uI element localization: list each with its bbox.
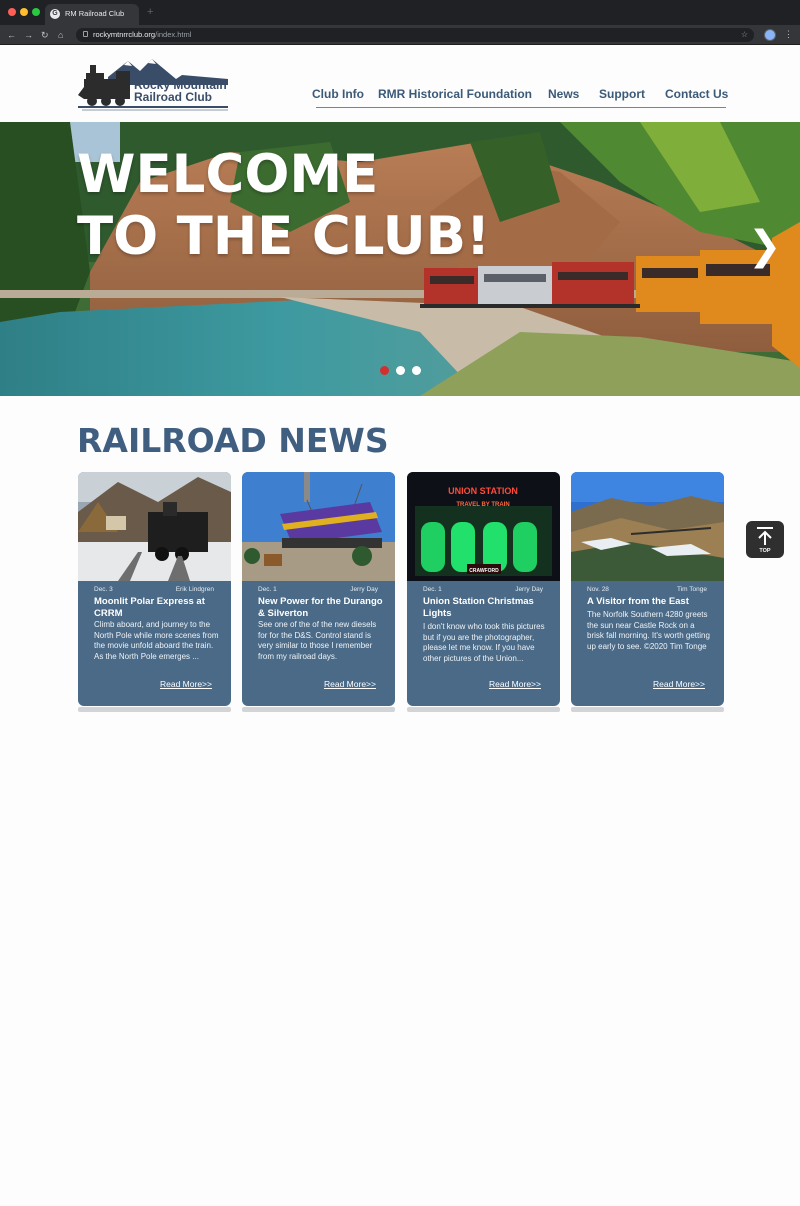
nav-item-news[interactable]: News xyxy=(548,87,579,101)
card-meta: Nov. 28 Tim Tonge xyxy=(587,586,707,596)
steam-locomotive-snow-photo xyxy=(78,472,231,581)
card-body: Climb aboard, and journey to the North P… xyxy=(94,620,219,661)
tab-title: RM Railroad Club xyxy=(65,9,125,18)
card-author: Jerry Day xyxy=(515,586,543,593)
card-author: Jerry Day xyxy=(350,586,378,593)
lock-icon xyxy=(83,31,88,37)
news-card[interactable]: Nov. 28 Tim Tonge A Visitor from the Eas… xyxy=(571,472,724,706)
home-icon[interactable]: ⌂ xyxy=(58,29,63,41)
card-meta: Dec. 3 Erik Lindgren xyxy=(94,586,214,596)
card-date: Dec. 3 xyxy=(94,586,113,593)
nav-item-contact-us[interactable]: Contact Us xyxy=(665,87,728,101)
carousel-dot[interactable] xyxy=(380,366,389,375)
card-meta: Dec. 1 Jerry Day xyxy=(258,586,378,596)
card-shadow xyxy=(78,707,231,712)
card-author: Erik Lindgren xyxy=(175,586,214,593)
nav-item-support[interactable]: Support xyxy=(599,87,645,101)
window-zoom-dot[interactable] xyxy=(32,8,40,16)
sign-travel-by-train: TRAVEL BY TRAIN xyxy=(456,502,509,508)
card-body: The Norfolk Southern 4280 greets the sun… xyxy=(587,610,710,651)
nav-item-club-info[interactable]: Club Info xyxy=(312,87,364,101)
back-arrow-icon[interactable]: ← xyxy=(7,29,16,41)
card-date: Nov. 28 xyxy=(587,586,609,593)
card-author: Tim Tonge xyxy=(677,586,707,593)
bookmark-star-icon[interactable]: ☆ xyxy=(741,29,748,40)
browser-toolbar: ← → ↻ ⌂ rockymtnrrclub.org/index.html ☆ … xyxy=(0,25,800,45)
address-bar[interactable]: rockymtnrrclub.org/index.html ☆ xyxy=(76,28,754,42)
favicon-icon: G xyxy=(50,9,60,19)
news-card[interactable]: Dec. 3 Erik Lindgren Moonlit Polar Expre… xyxy=(78,472,231,706)
browser-tab[interactable]: G RM Railroad Club xyxy=(45,4,139,25)
read-more-link[interactable]: Read More>> xyxy=(160,679,212,689)
card-body: See one of the of the new diesels for fo… xyxy=(258,620,377,661)
window-close-dot[interactable] xyxy=(8,8,16,16)
back-to-top-button[interactable]: TOP xyxy=(746,521,784,558)
news-card[interactable]: Dec. 1 Jerry Day New Power for the Duran… xyxy=(242,472,395,706)
nav-underline xyxy=(316,107,726,108)
hero-title: WELCOME TO THE CLUB! xyxy=(77,144,491,267)
site-header: Rocky Mountain Railroad Club Club Info R… xyxy=(0,45,800,122)
browser-tab-strip: G RM Railroad Club + xyxy=(0,0,800,25)
card-title: New Power for the Durango & Silverton xyxy=(258,596,383,619)
url-text: rockymtnrrclub.org/index.html xyxy=(93,30,192,39)
card-shadow xyxy=(407,707,560,712)
card-date: Dec. 1 xyxy=(258,586,277,593)
sign-union-station: UNION STATION xyxy=(448,486,518,496)
read-more-link[interactable]: Read More>> xyxy=(489,679,541,689)
site-logo[interactable]: Rocky Mountain Railroad Club xyxy=(78,55,238,113)
card-title: A Visitor from the East xyxy=(587,596,689,607)
card-body: I don't know who took this pictures but … xyxy=(423,622,545,663)
read-more-link[interactable]: Read More>> xyxy=(653,679,705,689)
news-card[interactable]: UNION STATION TRAVEL BY TRAIN CRAWFORD D… xyxy=(407,472,560,706)
nav-item-historical-foundation[interactable]: RMR Historical Foundation xyxy=(378,87,532,101)
arrow-up-to-line-icon xyxy=(757,527,773,545)
read-more-link[interactable]: Read More>> xyxy=(324,679,376,689)
card-shadow xyxy=(571,707,724,712)
logo-text: Rocky Mountain Railroad Club xyxy=(134,78,227,104)
carousel-dot[interactable] xyxy=(412,366,421,375)
card-date: Dec. 1 xyxy=(423,586,442,593)
window-minimize-dot[interactable] xyxy=(20,8,28,16)
menu-dots-icon[interactable]: ⋮ xyxy=(784,28,793,40)
card-title: Moonlit Polar Express at CRRM xyxy=(94,596,205,619)
carousel-next-chevron-icon[interactable]: ❯ xyxy=(748,226,782,266)
card-shadow xyxy=(242,707,395,712)
hero-carousel[interactable]: WELCOME TO THE CLUB! ❯ xyxy=(0,122,800,396)
sign-crawford: CRAWFORD xyxy=(469,568,499,574)
forward-arrow-icon[interactable]: → xyxy=(24,29,33,41)
top-label: TOP xyxy=(759,548,771,554)
card-title: Union Station Christmas Lights xyxy=(423,596,534,619)
news-heading: RAILROAD NEWS xyxy=(77,421,389,460)
union-station-night-photo: UNION STATION TRAVEL BY TRAIN CRAWFORD xyxy=(407,472,560,581)
diesel-locomotive-crane-photo xyxy=(242,472,395,581)
profile-avatar-icon[interactable] xyxy=(764,29,776,41)
carousel-dot[interactable] xyxy=(396,366,405,375)
reload-icon[interactable]: ↻ xyxy=(41,29,49,41)
train-valley-landscape-photo xyxy=(571,472,724,581)
card-meta: Dec. 1 Jerry Day xyxy=(423,586,543,596)
new-tab-icon[interactable]: + xyxy=(147,6,153,18)
